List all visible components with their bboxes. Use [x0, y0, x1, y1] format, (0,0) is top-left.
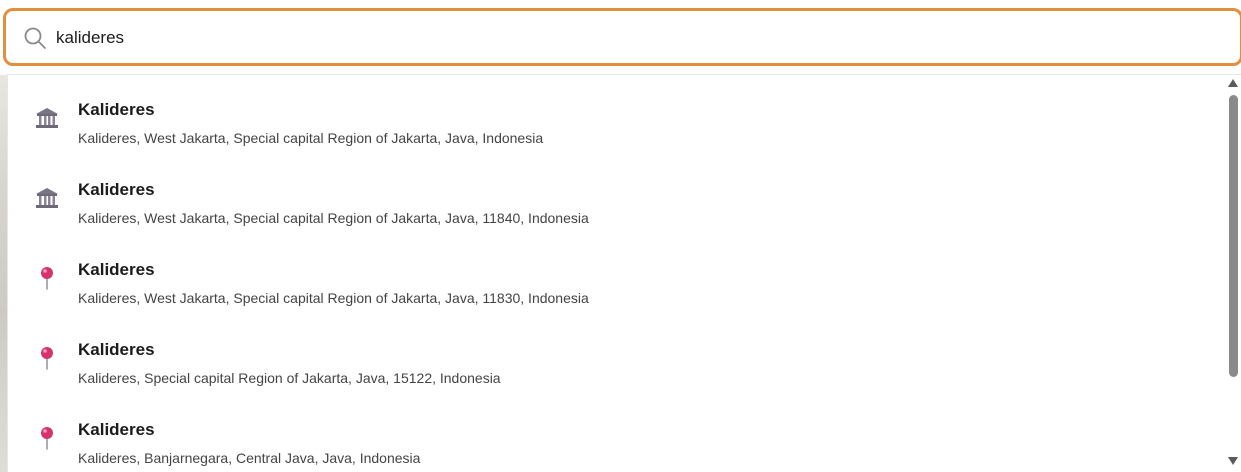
map-background — [0, 75, 7, 472]
vertical-scrollbar[interactable] — [1226, 75, 1241, 472]
search-icon — [24, 27, 46, 49]
search-result-item[interactable]: Kalideres Kalideres, West Jakarta, Speci… — [8, 75, 1226, 155]
result-address: Kalideres, West Jakarta, Special capital… — [78, 130, 544, 146]
search-results-dropdown: Kalideres Kalideres, West Jakarta, Speci… — [7, 74, 1241, 472]
search-input[interactable] — [56, 21, 1156, 55]
result-name: Kalideres — [78, 420, 155, 439]
map-pin-icon — [41, 267, 53, 290]
result-address: Kalideres, Banjarnegara, Central Java, J… — [78, 450, 421, 466]
search-box[interactable] — [3, 8, 1241, 66]
map-pin-icon — [41, 427, 53, 450]
result-name: Kalideres — [78, 340, 155, 359]
result-name: Kalideres — [78, 260, 155, 279]
search-result-item[interactable]: Kalideres Kalideres, West Jakarta, Speci… — [8, 235, 1226, 315]
search-result-item[interactable]: Kalideres Kalideres, West Jakarta, Speci… — [8, 155, 1226, 235]
result-address: Kalideres, West Jakarta, Special capital… — [78, 290, 589, 306]
scrollbar-thumb[interactable] — [1229, 95, 1238, 377]
result-address: Kalideres, West Jakarta, Special capital… — [78, 210, 589, 226]
scroll-up-arrow-icon[interactable] — [1228, 79, 1238, 87]
result-name: Kalideres — [78, 180, 155, 199]
search-result-item[interactable]: Kalideres Kalideres, Banjarnegara, Centr… — [8, 395, 1226, 472]
scroll-down-arrow-icon[interactable] — [1228, 457, 1238, 465]
map-pin-icon — [41, 347, 53, 370]
result-address: Kalideres, Special capital Region of Jak… — [78, 370, 501, 386]
result-name: Kalideres — [78, 100, 155, 119]
search-result-item[interactable]: Kalideres Kalideres, Special capital Reg… — [8, 315, 1226, 395]
government-building-icon — [36, 108, 58, 128]
government-building-icon — [36, 188, 58, 208]
